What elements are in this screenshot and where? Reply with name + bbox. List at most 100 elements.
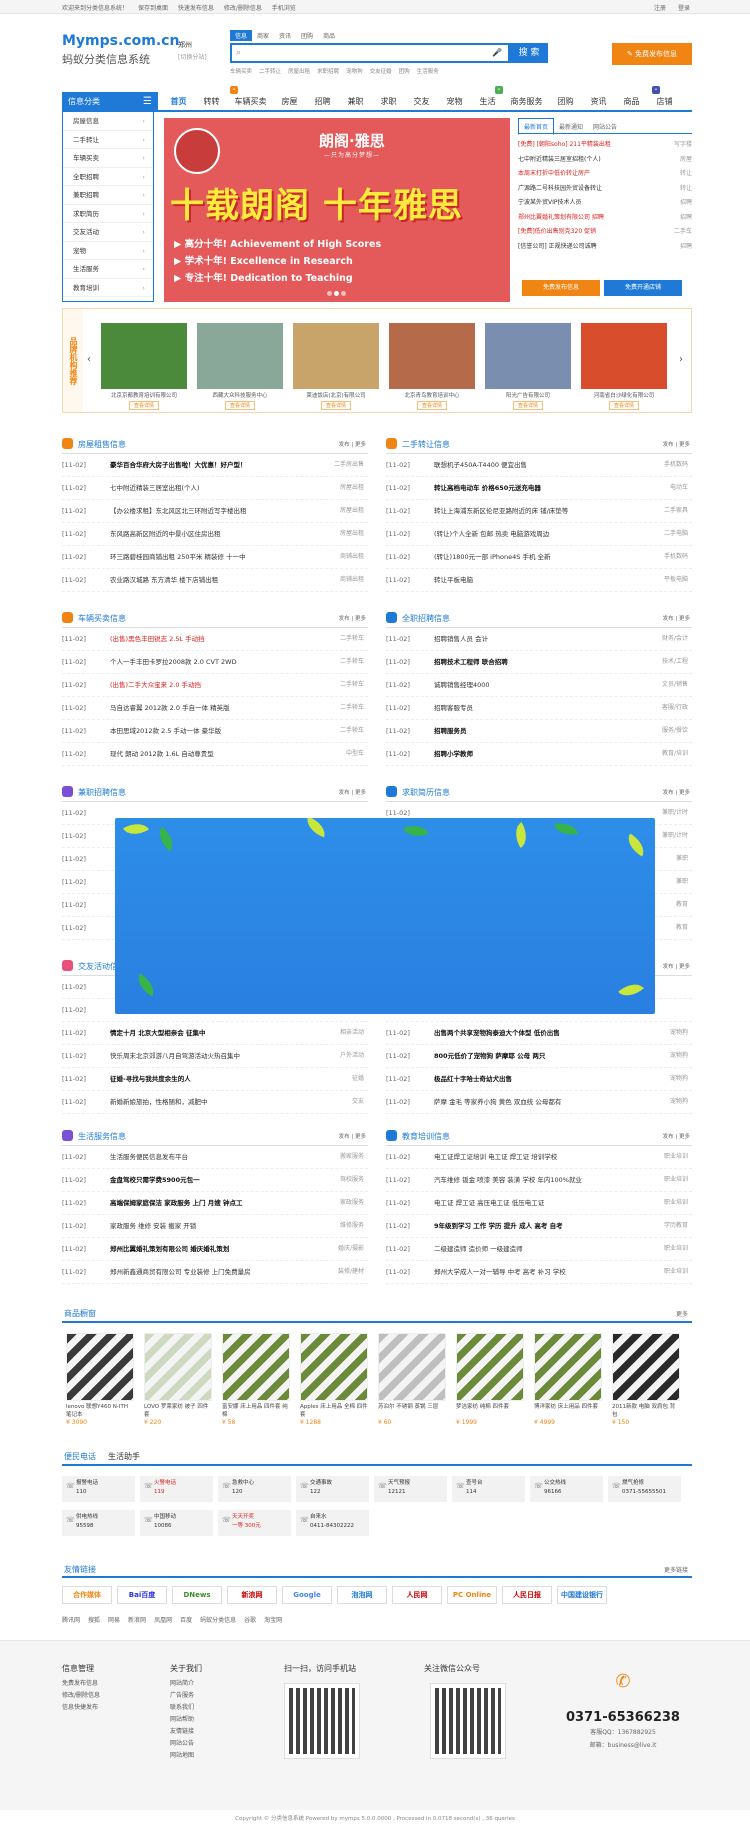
table-row[interactable]: [11-02] 招聘小学教师 教育/培训 — [386, 743, 692, 766]
section-post-more[interactable]: 发布 | 更多 — [663, 614, 690, 622]
row-category[interactable]: 搬家服务 — [340, 1146, 364, 1168]
row-category[interactable]: 相亲活动 — [340, 1022, 364, 1044]
news-item[interactable]: 郑州比翼婚礼策划有限公司 招聘 招聘 — [518, 211, 692, 226]
row-title[interactable]: 快乐周末北京郊游八月自驾游活动火热召集中 — [110, 1045, 300, 1067]
news-title[interactable]: 本周末打折中低价转让房产 — [518, 167, 636, 181]
row-title[interactable]: 郑州比翼婚礼策划有限公司 婚庆婚礼策划 — [110, 1238, 300, 1260]
row-category[interactable]: 房屋出租 — [340, 500, 364, 522]
brand-name[interactable]: 河南省白沙绿化有限公司 — [581, 391, 667, 399]
city-switch-link[interactable]: [切换分站] — [178, 52, 207, 61]
brand-card[interactable]: 莱迪饭店(北京)有限公司 查看详情 — [293, 323, 379, 410]
row-title[interactable]: 豪华百合华府大房子出售啦！大优惠！好户型！ — [110, 454, 300, 476]
row-title[interactable]: 高端保姆家庭保洁 家政服务 上门 月嫂 钟点工 — [110, 1192, 300, 1214]
row-category[interactable]: 宠物狗 — [670, 1045, 688, 1067]
hot-keyword[interactable]: 交友征婚 — [370, 69, 392, 75]
pager-dot[interactable] — [334, 291, 339, 296]
row-title[interactable]: 七中附近精装三居室出租(个人) — [110, 477, 300, 499]
brand-image[interactable] — [389, 323, 475, 389]
row-title[interactable]: 招聘客服专员 — [434, 697, 624, 719]
row-category[interactable]: 服务/餐饮 — [662, 720, 688, 742]
site-logo[interactable]: Mymps.com.cn — [62, 33, 179, 49]
goods-image[interactable] — [378, 1333, 446, 1401]
table-row[interactable]: [11-02] 萨摩 金毛 等家养小狗 黄色 双血统 公母都有 宠物狗 — [386, 1091, 692, 1114]
goods-image[interactable] — [612, 1333, 680, 1401]
news-title[interactable]: 郑州比翼婚礼策划有限公司 招聘 — [518, 211, 636, 225]
table-row[interactable]: [11-02] 东风路高新区附近的中景小区住房出租 房屋出租 — [62, 523, 368, 546]
news-tab[interactable]: 最新首页 — [518, 118, 555, 135]
table-row[interactable]: [11-02] 郑州新鑫通商贸有限公司 专业装修 上门免费量房 装修/建材 — [62, 1261, 368, 1284]
hot-keyword[interactable]: 车辆买卖 — [230, 69, 252, 75]
goods-name[interactable]: LOVO 罗莱家纺 被子 四件套 — [144, 1403, 212, 1419]
row-category[interactable]: 二手家具 — [664, 500, 688, 522]
row-category[interactable]: 手机数码 — [664, 546, 688, 568]
table-row[interactable]: [11-02] 转让上海浦东新区伦尼亚路附近的床 铺/床垫等 二手家具 — [386, 500, 692, 523]
row-title[interactable]: 萨摩 金毛 等家养小狗 黄色 双血统 公母都有 — [434, 1091, 624, 1113]
nav-item[interactable]: 房屋 — [273, 92, 306, 112]
row-category[interactable]: 二手轿车 — [340, 628, 364, 650]
table-row[interactable]: [11-02] 汽车维修 钣金 喷漆 美容 装潢 学校 年内100%就业 职业培训 — [386, 1169, 692, 1192]
partner-logo[interactable]: 人民网 — [392, 1586, 442, 1604]
top-link[interactable]: 修改/删除信息 — [224, 5, 262, 12]
row-title[interactable]: 本田思域2012款 2.5 手动一体 豪华版 — [110, 720, 300, 742]
row-title[interactable]: (转让)1800元一部 iPhone4S 手机 全新 — [434, 546, 624, 568]
sidebar-item[interactable]: 车辆买卖 › — [63, 149, 153, 168]
table-row[interactable]: [11-02] 征婚-寻找与我共度余生的人 征婚 — [62, 1068, 368, 1091]
sidebar-item[interactable]: 生活服务 › — [63, 260, 153, 279]
news-title[interactable]: 广源路二号科技园外贸设备转让 — [518, 182, 636, 196]
row-title[interactable]: (出售)二手大众宝来 2.0 手动挡 — [110, 674, 300, 696]
row-category[interactable]: 兼职 — [676, 848, 688, 870]
brand-image[interactable] — [101, 323, 187, 389]
footer-link[interactable]: 广告服务 — [170, 1690, 202, 1702]
row-category[interactable]: 技术/工程 — [662, 651, 688, 673]
brand-name[interactable]: 莱迪饭店(北京)有限公司 — [293, 391, 379, 399]
row-category[interactable]: 中型车 — [346, 743, 364, 765]
table-row[interactable]: [11-02] 七中附近精装三居室出租(个人) 房屋出租 — [62, 477, 368, 500]
section-post-more[interactable]: 发布 | 更多 — [663, 962, 690, 970]
section-title[interactable]: 房屋租售信息 — [78, 439, 126, 450]
row-title[interactable]: 极品红十字哈士奇幼犬出售 — [434, 1068, 624, 1090]
row-category[interactable]: 二手轿车 — [340, 697, 364, 719]
row-title[interactable]: 转让高档电动车 价格650元送充电器 — [434, 477, 624, 499]
goods-card[interactable]: 富安娜 床上用品 四件套 纯棉 ¥ 58 — [222, 1333, 290, 1426]
row-title[interactable]: 征婚-寻找与我共度余生的人 — [110, 1068, 300, 1090]
hot-keyword[interactable]: 宠物狗 — [346, 69, 363, 75]
partner-logo[interactable]: 合作媒体 — [62, 1586, 112, 1604]
table-row[interactable]: [11-02] 家政服务 维修 安装 搬家 开锁 维修服务 — [62, 1215, 368, 1238]
table-row[interactable]: [11-02] (出售)二手大众宝来 2.0 手动挡 二手轿车 — [62, 674, 368, 697]
footer-link[interactable]: 网站简介 — [170, 1678, 202, 1690]
section-post-more[interactable]: 发布 | 更多 — [663, 788, 690, 796]
goods-name[interactable]: 博洋家纺 床上用品 四件套 — [534, 1403, 602, 1419]
brand-detail-button[interactable]: 查看详情 — [609, 401, 639, 410]
row-title[interactable]: 汽车维修 钣金 喷漆 美容 装潢 学校 年内100%就业 — [434, 1169, 624, 1191]
section-title[interactable]: 求职简历信息 — [402, 787, 450, 798]
sidebar-item[interactable]: 兼职招聘 › — [63, 186, 153, 205]
goods-card[interactable]: 梦洁家纺 纯棉 四件套 ¥ 1999 — [456, 1333, 524, 1426]
post-info-button[interactable]: 免费发布信息 — [522, 280, 600, 296]
footer-link[interactable]: 免费发布信息 — [62, 1678, 100, 1690]
row-category[interactable]: 交友 — [352, 1091, 364, 1113]
goods-name[interactable]: 梦洁家纺 纯棉 四件套 — [456, 1403, 524, 1419]
brand-image[interactable] — [485, 323, 571, 389]
row-category[interactable]: 兼职/计时 — [662, 825, 688, 847]
hot-keyword[interactable]: 生活服务 — [417, 69, 439, 75]
sidebar-item[interactable]: 全职招聘 › — [63, 168, 153, 186]
table-row[interactable]: [11-02] 出售两个共享宠物狗泰迪大个体型 低价出售 宠物狗 — [386, 1022, 692, 1045]
row-category[interactable]: 教育/培训 — [662, 743, 688, 765]
footer-link[interactable]: 修改/删除信息 — [62, 1690, 100, 1702]
search-tab[interactable]: 信息 — [230, 30, 253, 41]
brand-name[interactable]: 北京青鸟教育培训中心 — [389, 391, 475, 399]
row-category[interactable]: 职业培训 — [664, 1261, 688, 1283]
brand-detail-button[interactable]: 查看详情 — [321, 401, 351, 410]
promo-banner[interactable]: 朗阁·雅思 —只为高分梦想— 十载朗阁 十年雅思 ▶ 高分十年! Achieve… — [164, 118, 510, 302]
table-row[interactable]: [11-02] 本田思域2012款 2.5 手动一体 豪华版 二手轿车 — [62, 720, 368, 743]
footer-link[interactable]: 网站公告 — [170, 1738, 202, 1750]
brand-detail-button[interactable]: 查看详情 — [417, 401, 447, 410]
brand-image[interactable] — [197, 323, 283, 389]
row-title[interactable]: (转让)个人全新 包邮 热卖 电脑游戏周边 — [434, 523, 624, 545]
partner-logo[interactable]: 新浪网 — [227, 1586, 277, 1604]
chevron-left-icon[interactable]: ‹ — [87, 354, 91, 365]
row-title[interactable]: 800元低价了宠物狗 萨摩耶 公母 两只 — [434, 1045, 624, 1067]
news-title[interactable]: [信誉公司] 正规快递公司诚聘 — [518, 240, 636, 254]
section-post-more[interactable]: 发布 | 更多 — [339, 614, 366, 622]
goods-image[interactable] — [144, 1333, 212, 1401]
